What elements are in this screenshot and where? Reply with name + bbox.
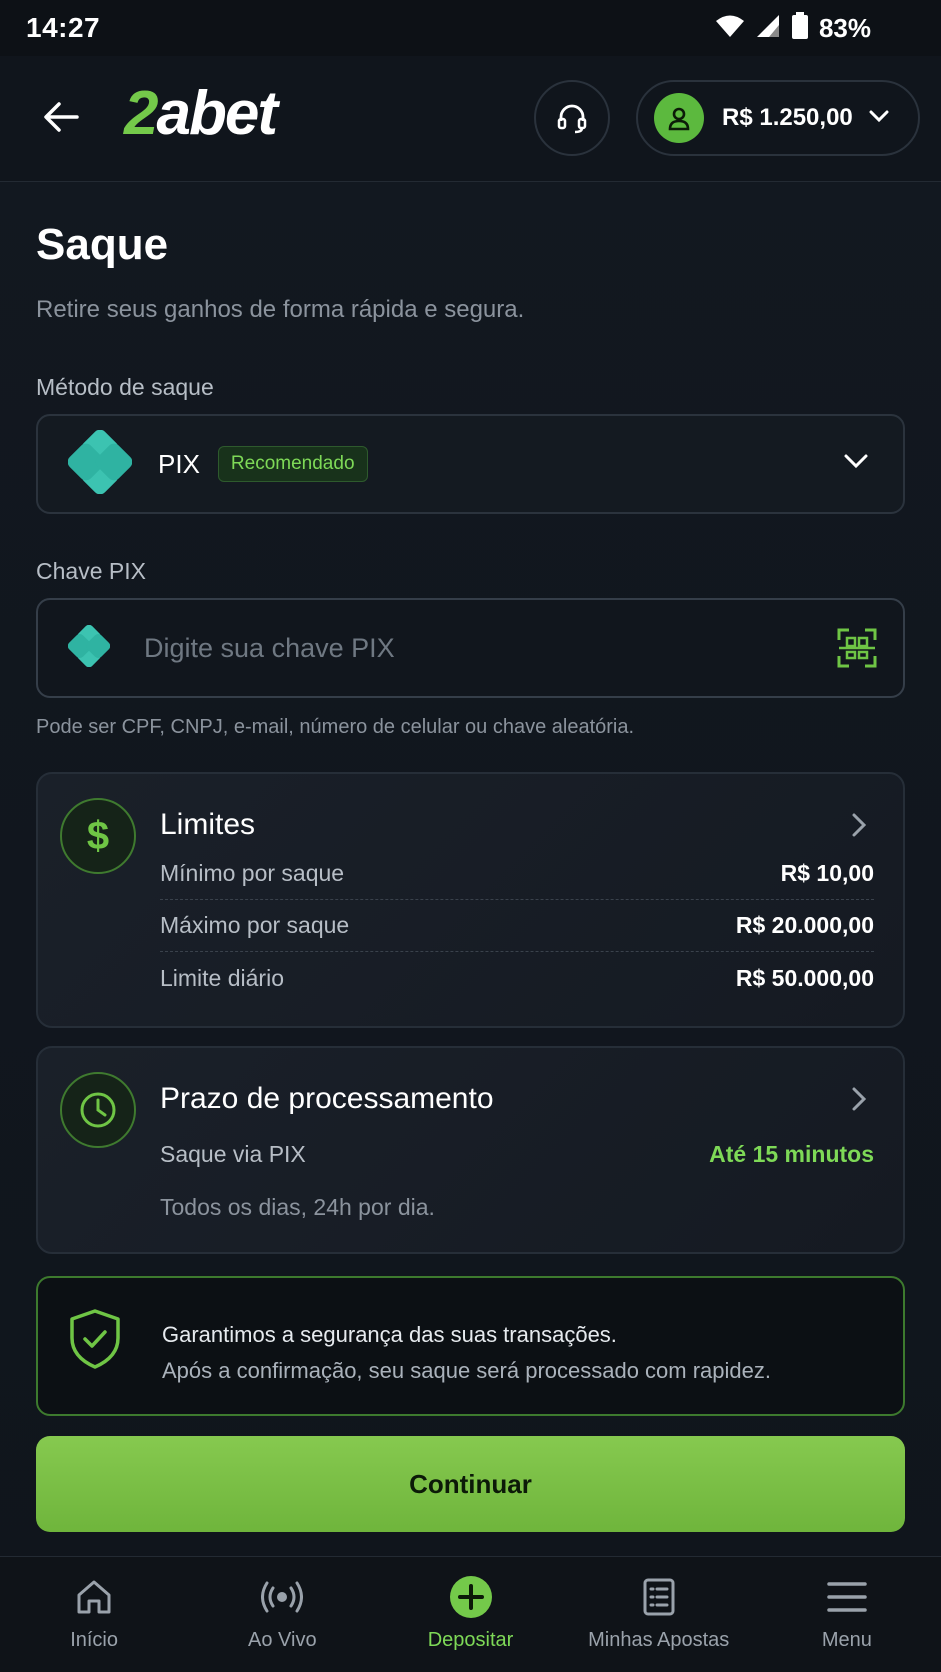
menu-icon <box>827 1577 867 1617</box>
bottom-navigation: Início Ao Vivo Depositar Minhas Apostas … <box>0 1556 941 1672</box>
plus-icon <box>449 1576 493 1618</box>
security-line-1: Garantimos a segurança das suas transaçõ… <box>162 1322 617 1347</box>
status-time: 14:27 <box>26 12 101 43</box>
limit-row: Mínimo por saque R$ 10,00 <box>160 848 874 900</box>
chevron-down-icon <box>869 109 889 128</box>
pix-key-field[interactable] <box>36 598 905 698</box>
pix-key-hint: Pode ser CPF, CNPJ, e-mail, número de ce… <box>36 716 635 738</box>
nav-item-inicio[interactable]: Início <box>0 1557 188 1672</box>
page-subtitle: Retire seus ganhos de forma rápida e seg… <box>36 296 525 323</box>
nav-label: Ao Vivo <box>248 1629 317 1651</box>
battery-icon <box>791 12 809 45</box>
clock-icon <box>60 1072 136 1148</box>
nav-label: Início <box>70 1629 118 1651</box>
pix-key-input[interactable] <box>144 632 784 664</box>
limit-row: Máximo por saque R$ 20.000,00 <box>160 900 874 952</box>
security-line-2: Após a confirmação, seu saque será proce… <box>162 1358 771 1383</box>
withdraw-page: 14:27 83% 2abet R$ 1.250,00 Saque Retire… <box>0 0 941 1672</box>
shield-check-icon <box>68 1308 122 1375</box>
processing-title: Prazo de processamento <box>160 1082 494 1115</box>
nav-item-depositar[interactable]: Depositar <box>376 1557 564 1672</box>
page-title: Saque <box>36 220 169 269</box>
limit-value: R$ 50.000,00 <box>735 964 874 991</box>
headset-icon <box>557 104 587 134</box>
processing-time: Até 15 minutos <box>709 1140 874 1167</box>
brand-logo[interactable]: 2abet <box>124 78 278 149</box>
app-header: 2abet R$ 1.250,00 <box>0 56 941 182</box>
dollar-icon: $ <box>60 798 136 874</box>
limit-label: Mínimo por saque <box>160 860 345 886</box>
processing-card[interactable]: Prazo de processamento Saque via PIX Até… <box>36 1046 905 1254</box>
continue-button[interactable]: Continuar <box>36 1436 905 1532</box>
wifi-icon <box>715 14 745 43</box>
nav-item-menu[interactable]: Menu <box>753 1557 941 1672</box>
processing-row: Saque via PIX Até 15 minutos <box>160 1128 874 1180</box>
battery-percent: 83% <box>818 13 871 43</box>
chevron-right-icon[interactable] <box>851 1086 867 1117</box>
pix-logo-icon <box>67 429 133 499</box>
method-label: Método de saque <box>36 374 214 400</box>
balance-dropdown[interactable]: R$ 1.250,00 <box>636 80 920 156</box>
recommended-badge: Recomendado <box>217 446 368 482</box>
status-bar: 14:27 83% <box>0 0 941 56</box>
nav-item-minhas-apostas[interactable]: Minhas Apostas <box>565 1557 753 1672</box>
nav-label: Menu <box>821 1629 872 1651</box>
method-selected-value: PIX <box>158 448 200 479</box>
pix-key-label: Chave PIX <box>36 558 146 584</box>
limit-row: Limite diário R$ 50.000,00 <box>160 952 874 1004</box>
processing-note: Todos os dias, 24h por dia. <box>160 1194 435 1220</box>
bets-icon <box>642 1577 676 1617</box>
balance-amount: R$ 1.250,00 <box>722 104 853 131</box>
support-button[interactable] <box>534 80 610 156</box>
limit-value: R$ 20.000,00 <box>735 912 874 938</box>
limit-value: R$ 10,00 <box>780 860 874 886</box>
qr-code-scan-icon[interactable] <box>837 628 877 673</box>
pix-logo-icon <box>67 624 111 672</box>
status-icons: 83% <box>715 12 871 45</box>
limits-title: Limites <box>160 808 256 841</box>
arrow-left-icon <box>44 102 79 132</box>
limit-label: Máximo por saque <box>160 912 350 938</box>
home-icon <box>75 1577 113 1617</box>
chevron-right-icon[interactable] <box>851 812 867 843</box>
nav-label: Depositar <box>427 1629 514 1651</box>
limit-label: Limite diário <box>160 964 284 991</box>
nav-label: Minhas Apostas <box>588 1629 730 1651</box>
signal-icon <box>755 14 781 43</box>
processing-method: Saque via PIX <box>160 1140 306 1167</box>
limits-card[interactable]: $ Limites Mínimo por saque R$ 10,00 Máxi… <box>36 772 905 1028</box>
live-icon <box>261 1577 304 1617</box>
method-select[interactable]: PIX Recomendado <box>36 414 905 514</box>
back-button[interactable] <box>36 92 86 142</box>
chevron-down-icon <box>843 452 869 475</box>
nav-item-ao-vivo[interactable]: Ao Vivo <box>188 1557 376 1672</box>
user-avatar-icon <box>654 93 704 143</box>
security-notice: Garantimos a segurança das suas transaçõ… <box>36 1276 905 1416</box>
